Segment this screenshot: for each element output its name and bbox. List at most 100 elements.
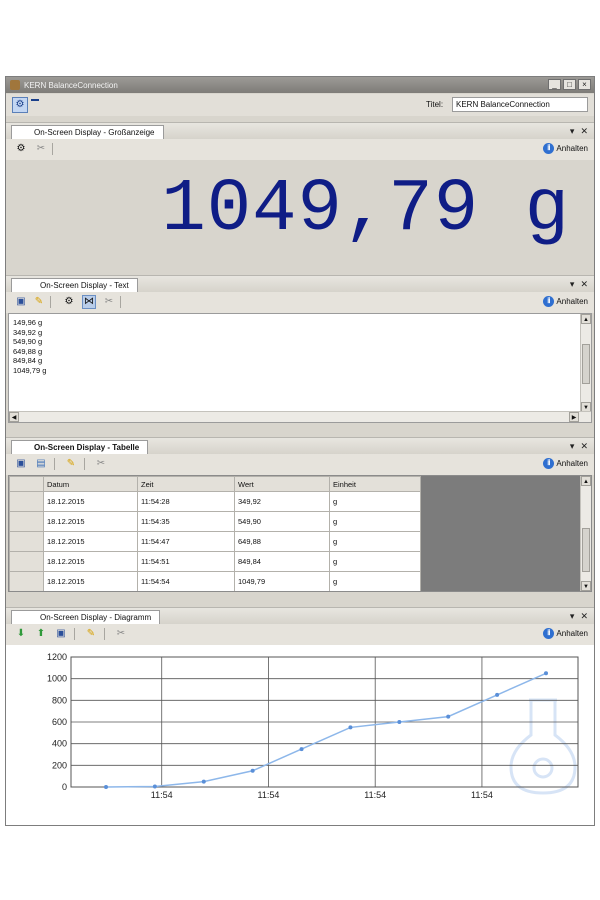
clear-icon[interactable]: ✎ — [64, 457, 78, 471]
panel-menu-icon[interactable]: ▾ — [570, 611, 575, 622]
scroll-right-icon[interactable]: ▶ — [569, 412, 579, 422]
table-cell[interactable]: g — [329, 531, 421, 552]
save-icon[interactable]: ▣ — [14, 457, 28, 471]
table-cell[interactable]: 18.12.2015 — [43, 511, 138, 532]
table-cell[interactable]: 18.12.2015 — [43, 491, 138, 512]
y-tick-label: 600 — [52, 717, 67, 727]
table-cell[interactable]: g — [329, 491, 421, 512]
y-tick-label: 0 — [62, 782, 67, 792]
horizontal-scrollbar[interactable]: ◀ ▶ — [9, 411, 591, 422]
export-icon[interactable]: ▤ — [34, 457, 48, 471]
scroll-thumb[interactable] — [582, 528, 590, 572]
table-cell[interactable]: 11:54:28 — [137, 491, 235, 512]
anhalten-label: Anhalten — [556, 459, 588, 468]
import-icon[interactable]: ⬇ — [14, 627, 28, 641]
table-row[interactable]: 18.12.2015 11:54:28 349,92 g — [9, 491, 421, 512]
data-point — [104, 785, 108, 789]
table-cell[interactable]: 11:54:51 — [137, 551, 235, 572]
tabstrip: On-Screen Display - Tabelle ▾ ✕ — [6, 437, 594, 455]
cut-icon[interactable]: ✂ — [114, 627, 128, 641]
table-cell[interactable]: 11:54:47 — [137, 531, 235, 552]
table-row[interactable]: 18.12.2015 11:54:51 849,84 g — [9, 551, 421, 572]
scroll-thumb[interactable] — [582, 344, 590, 384]
panel-menu-icon[interactable]: ▾ — [570, 126, 575, 137]
panel-close-icon[interactable]: ✕ — [580, 441, 588, 452]
table-cell[interactable]: 1049,79 — [234, 571, 330, 591]
text-line: 649,88 g — [13, 346, 43, 356]
row-header-corner — [9, 476, 44, 492]
clear-icon[interactable]: ✎ — [32, 295, 46, 309]
anhalten-button[interactable]: ⅱ Anhalten — [543, 628, 588, 639]
table-cell[interactable]: g — [329, 511, 421, 532]
panel-close-icon[interactable]: ✕ — [580, 611, 588, 622]
column-header-wert[interactable]: Wert — [234, 476, 330, 492]
share-icon[interactable]: ⋈ — [82, 295, 96, 309]
tab-text[interactable]: On-Screen Display - Text — [11, 278, 138, 293]
table-cell[interactable]: 11:54:35 — [137, 511, 235, 532]
panel-menu-icon[interactable]: ▾ — [570, 441, 575, 452]
table-cell[interactable]: 849,84 — [234, 551, 330, 572]
settings-icon[interactable]: ⚙ — [12, 97, 28, 113]
toolbar-separator — [54, 458, 55, 470]
row-header[interactable] — [9, 511, 44, 532]
column-header-zeit[interactable]: Zeit — [137, 476, 235, 492]
titel-input[interactable]: KERN BalanceConnection — [452, 97, 588, 112]
anhalten-button[interactable]: ⅱ Anhalten — [543, 296, 588, 307]
table-cell[interactable]: 18.12.2015 — [43, 551, 138, 572]
table-row[interactable]: 18.12.2015 11:54:47 649,88 g — [9, 531, 421, 552]
panel-table: On-Screen Display - Tabelle ▾ ✕ ▣ ▤ ✎ ✂ … — [6, 437, 594, 602]
clear-icon[interactable]: ✎ — [84, 627, 98, 641]
y-tick-label: 200 — [52, 760, 67, 770]
pause-icon: ⅱ — [543, 628, 555, 639]
vertical-scrollbar[interactable]: ▲ ▼ — [580, 476, 591, 591]
pause-icon: ⅱ — [543, 296, 555, 307]
column-header-einheit[interactable]: Einheit — [329, 476, 421, 492]
minimize-button[interactable]: _ — [548, 79, 561, 90]
table-cell[interactable]: 549,90 — [234, 511, 330, 532]
scroll-up-icon[interactable]: ▲ — [581, 314, 591, 324]
settings-icon[interactable]: ⚙ — [14, 142, 28, 156]
column-header-datum[interactable]: Datum — [43, 476, 138, 492]
panel-toolbar: ▣ ✎ ⚙ ⋈ ✂ ⅱ Anhalten — [6, 292, 594, 313]
table-cell[interactable]: 18.12.2015 — [43, 571, 138, 591]
panel-text: On-Screen Display - Text ▾ ✕ ▣ ✎ ⚙ ⋈ ✂ ⅱ… — [6, 275, 594, 435]
row-header[interactable] — [9, 551, 44, 572]
upload-icon[interactable]: ⬆ — [34, 627, 48, 641]
text-line: 1049,79 g — [13, 365, 47, 375]
cut-icon[interactable]: ✂ — [102, 295, 116, 309]
title-bar[interactable]: KERN BalanceConnection _ □ × — [6, 77, 594, 93]
anhalten-button[interactable]: ⅱ Anhalten — [543, 143, 588, 154]
vertical-scrollbar[interactable]: ▲ ▼ — [580, 314, 591, 412]
scroll-up-icon[interactable]: ▲ — [581, 476, 591, 486]
row-header[interactable] — [9, 491, 44, 512]
row-header[interactable] — [9, 571, 44, 591]
tab-big-display[interactable]: On-Screen Display - Großanzeige — [11, 125, 164, 140]
table-row[interactable]: 18.12.2015 11:54:54 1049,79 g — [9, 571, 421, 591]
save-all-icon[interactable]: ▣ — [54, 627, 68, 641]
tab-chart[interactable]: On-Screen Display - Diagramm — [11, 610, 161, 625]
scroll-left-icon[interactable]: ◀ — [9, 412, 19, 422]
row-header[interactable] — [9, 531, 44, 552]
save-icon[interactable]: ▣ — [14, 295, 28, 309]
table-cell[interactable]: 18.12.2015 — [43, 531, 138, 552]
table-cell[interactable]: 349,92 — [234, 491, 330, 512]
table-cell[interactable]: g — [329, 551, 421, 572]
toolbar-separator — [74, 628, 75, 640]
settings-icon[interactable]: ⚙ — [62, 295, 76, 309]
panel-menu-icon[interactable]: ▾ — [570, 279, 575, 290]
cut-icon[interactable]: ✂ — [34, 142, 48, 156]
close-button[interactable]: × — [578, 79, 591, 90]
text-output[interactable]: 149,96 g 349,92 g 549,90 g 649,88 g 849,… — [8, 313, 592, 423]
maximize-button[interactable]: □ — [563, 79, 576, 90]
table-cell[interactable]: g — [329, 571, 421, 591]
cut-icon[interactable]: ✂ — [94, 457, 108, 471]
panel-close-icon[interactable]: ✕ — [580, 279, 588, 290]
table-cell[interactable]: 649,88 — [234, 531, 330, 552]
text-lines: 149,96 g 349,92 g 549,90 g 649,88 g 849,… — [13, 318, 46, 376]
panel-close-icon[interactable]: ✕ — [580, 126, 588, 137]
tab-table[interactable]: On-Screen Display - Tabelle — [11, 440, 149, 455]
table-row[interactable]: 18.12.2015 11:54:35 549,90 g — [9, 511, 421, 532]
anhalten-button[interactable]: ⅱ Anhalten — [543, 458, 588, 469]
scroll-down-icon[interactable]: ▼ — [581, 581, 591, 591]
table-cell[interactable]: 11:54:54 — [137, 571, 235, 591]
